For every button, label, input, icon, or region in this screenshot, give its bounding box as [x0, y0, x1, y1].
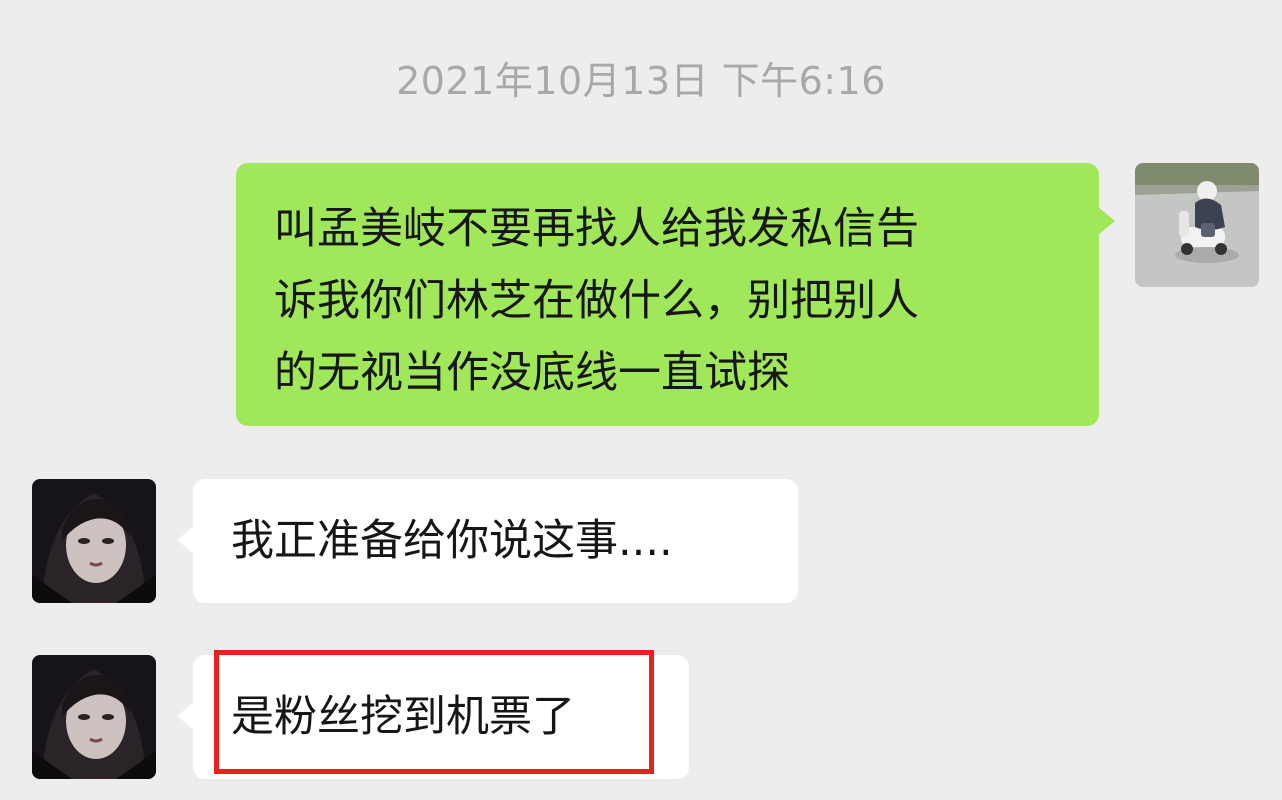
bubble-tail	[1098, 207, 1115, 235]
message-line: 诉我你们林芝在做什么，别把别人	[274, 276, 919, 326]
highlight-box	[214, 650, 654, 774]
portrait-photo-avatar-icon	[32, 479, 156, 603]
message-line: 的无视当作没底线一直试探	[274, 348, 790, 398]
message-line: 叫孟美岐不要再找人给我发私信告	[274, 204, 919, 254]
contact-avatar[interactable]	[32, 655, 156, 779]
contact-avatar[interactable]	[32, 479, 156, 603]
portrait-photo-avatar-icon	[32, 655, 156, 779]
chat-timestamp: 2021年10月13日 下午6:16	[396, 59, 886, 103]
my-avatar[interactable]	[1135, 163, 1259, 287]
bubble-tail	[177, 702, 194, 730]
message-line: 我正准备给你说这事....	[231, 516, 673, 566]
sent-message-bubble[interactable]: 叫孟美岐不要再找人给我发私信告 诉我你们林芝在做什么，别把别人 的无视当作没底线…	[236, 163, 1115, 426]
received-message-bubble[interactable]: 我正准备给你说这事....	[177, 479, 798, 603]
bubble-tail	[177, 526, 194, 554]
scooter-photo-avatar-icon	[1135, 163, 1259, 287]
